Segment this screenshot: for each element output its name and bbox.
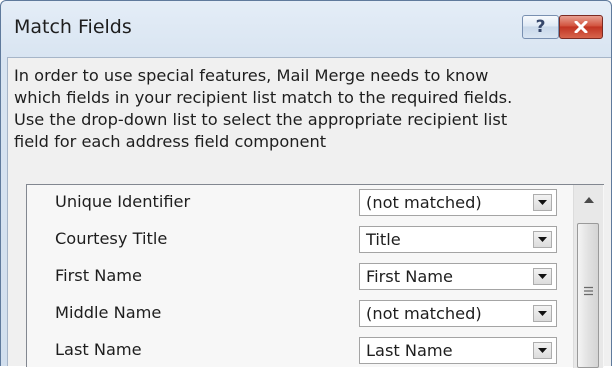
dropdown-button[interactable] <box>533 268 552 285</box>
chevron-down-icon <box>538 274 547 279</box>
instruction-line: which fields in your recipient list matc… <box>14 88 513 107</box>
help-button[interactable]: ? <box>522 15 559 39</box>
scroll-up-button[interactable] <box>574 185 603 215</box>
close-button[interactable] <box>559 15 603 39</box>
dropdown-value: Title <box>366 230 401 249</box>
field-row-middle-name: Middle Name (not matched) <box>27 299 572 329</box>
grip-icon <box>584 286 593 296</box>
field-row-courtesy-title: Courtesy Title Title <box>27 225 572 255</box>
vertical-scrollbar[interactable] <box>573 185 603 368</box>
last-name-dropdown[interactable]: Last Name <box>359 337 557 364</box>
title-bar[interactable]: Match Fields ? <box>1 1 611 57</box>
chevron-down-icon <box>538 237 547 242</box>
dropdown-button[interactable] <box>533 305 552 322</box>
dropdown-button[interactable] <box>533 342 552 359</box>
dropdown-value: First Name <box>366 267 453 286</box>
instruction-line: field for each address field component <box>14 132 327 151</box>
field-label: Last Name <box>55 340 142 359</box>
field-row-unique-identifier: Unique Identifier (not matched) <box>27 188 572 218</box>
field-label: First Name <box>55 266 142 285</box>
match-fields-dialog: Match Fields ? In order to use special f… <box>0 0 614 368</box>
field-label: Middle Name <box>55 303 162 322</box>
field-label: Courtesy Title <box>55 229 168 248</box>
dropdown-button[interactable] <box>533 231 552 248</box>
unique-identifier-dropdown[interactable]: (not matched) <box>359 189 557 216</box>
field-row-last-name: Last Name Last Name <box>27 336 572 366</box>
dropdown-button[interactable] <box>533 194 552 211</box>
field-label: Unique Identifier <box>55 192 191 211</box>
chevron-down-icon <box>538 348 547 353</box>
field-row-first-name: First Name First Name <box>27 262 572 292</box>
dropdown-value: (not matched) <box>366 304 482 323</box>
chevron-down-icon <box>538 200 547 205</box>
chevron-down-icon <box>538 311 547 316</box>
instruction-line: Use the drop-down list to select the app… <box>14 110 508 129</box>
dropdown-value: Last Name <box>366 341 453 360</box>
chevron-up-icon <box>583 197 594 203</box>
scroll-thumb[interactable] <box>577 223 599 368</box>
middle-name-dropdown[interactable]: (not matched) <box>359 300 557 327</box>
first-name-dropdown[interactable]: First Name <box>359 263 557 290</box>
dropdown-value: (not matched) <box>366 193 482 212</box>
dialog-title: Match Fields <box>14 16 132 38</box>
courtesy-title-dropdown[interactable]: Title <box>359 226 557 253</box>
instruction-text: In order to use special features, Mail M… <box>14 65 614 153</box>
instruction-line: In order to use special features, Mail M… <box>14 66 489 85</box>
question-mark-icon: ? <box>535 17 546 37</box>
field-mapping-list: Unique Identifier (not matched) Courtesy… <box>26 184 604 368</box>
close-icon <box>574 21 588 33</box>
